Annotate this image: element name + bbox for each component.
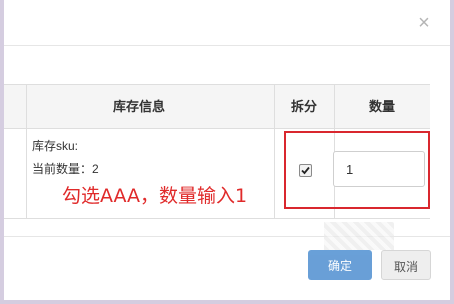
stock-sku-label: 库存sku: <box>32 139 79 153</box>
window-edge-right <box>450 0 454 304</box>
window-edge-bottom <box>0 300 454 304</box>
current-quantity-text: 当前数量：2 <box>32 162 99 176</box>
column-divider <box>26 85 27 218</box>
watermark <box>324 222 394 250</box>
annotation-text: 勾选AAA，数量输入1 <box>62 185 248 207</box>
header-quantity: 数量 <box>368 99 395 114</box>
header-stock-info: 库存信息 <box>112 99 165 114</box>
column-divider <box>274 85 275 218</box>
header-split: 拆分 <box>290 99 317 114</box>
table-header: 库存信息 拆分 数量 <box>4 85 430 129</box>
close-icon[interactable]: × <box>414 12 434 34</box>
confirm-button[interactable]: 确定 <box>308 250 372 280</box>
cancel-button[interactable]: 取消 <box>381 250 431 280</box>
annotation-highlight-box <box>284 131 430 209</box>
header-divider <box>4 45 450 46</box>
